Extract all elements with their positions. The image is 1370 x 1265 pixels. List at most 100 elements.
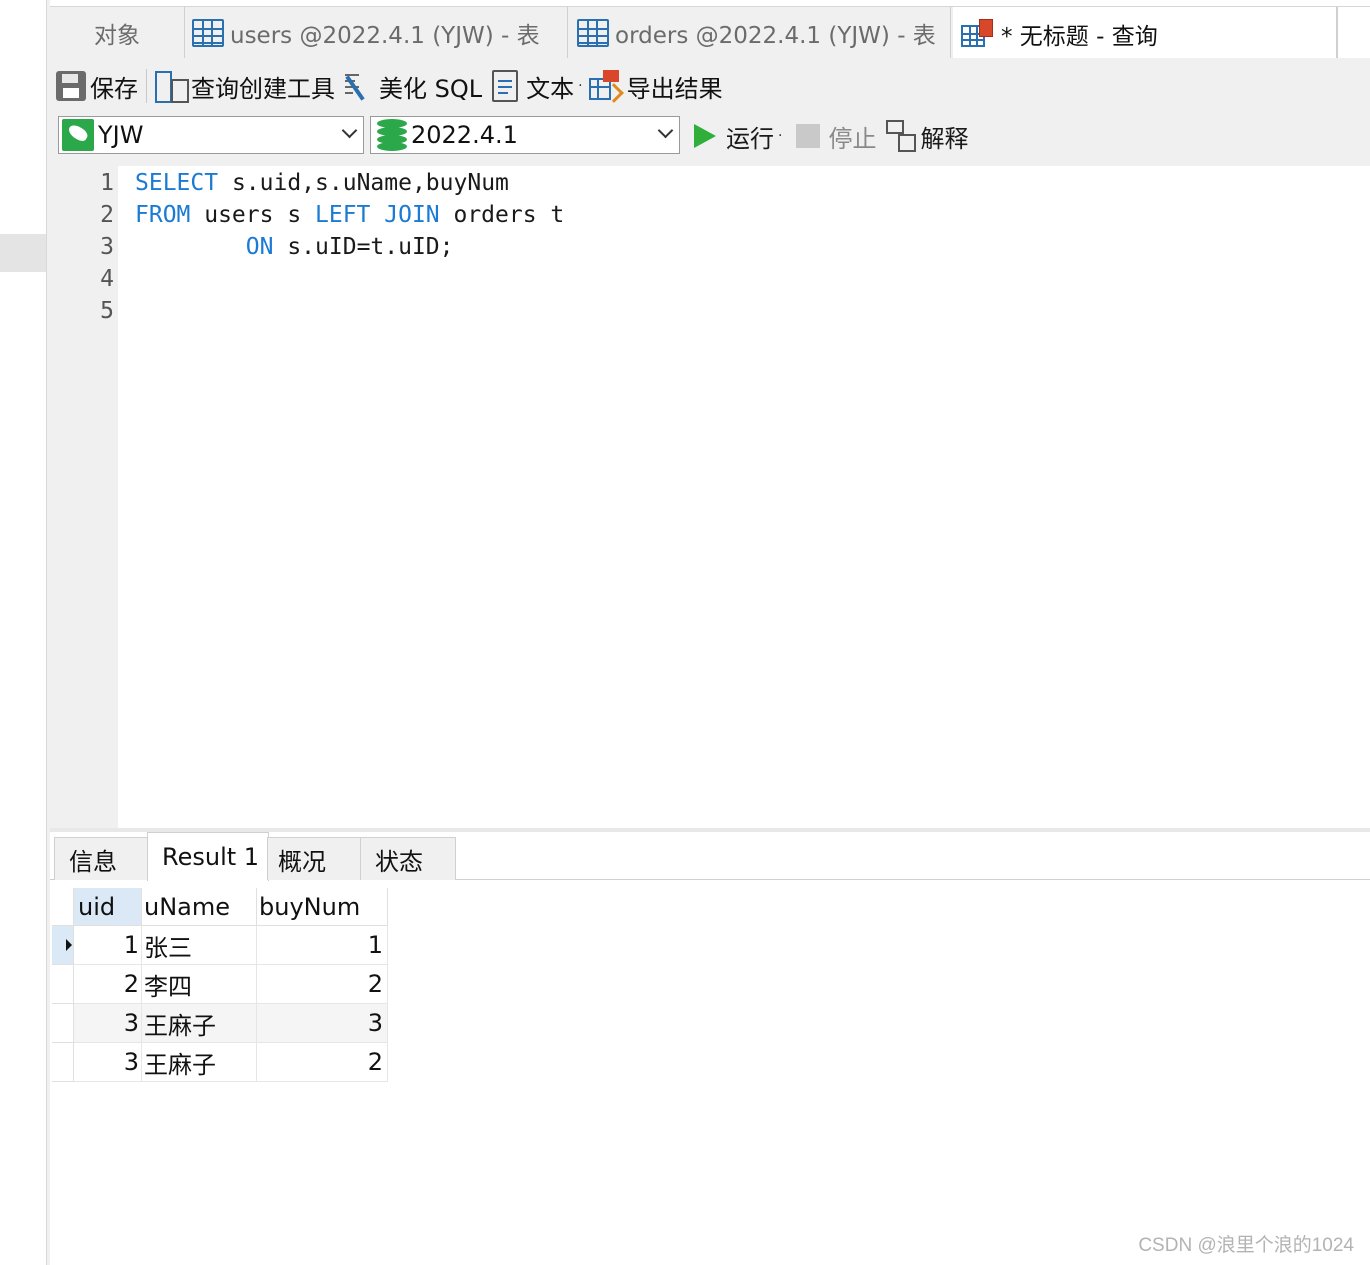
dropdown-dot-icon: · [578,78,583,94]
database-value: 2022.4.1 [411,121,518,149]
sql-keyword: SELECT [135,170,219,196]
query-builder-icon [155,71,189,103]
save-button[interactable]: 保存 [56,66,138,106]
code-line-2: FROM users s LEFT JOIN orders t [135,202,564,228]
left-panel-selection [0,234,46,272]
watermark: CSDN @浪里个浪的1024 [1138,1235,1354,1256]
connection-value: YJW [98,121,144,149]
toolbar-separator [146,69,147,103]
tab-orders-table[interactable]: orders @2022.4.1 (YJW) - 表 [569,7,951,59]
query-icon [961,18,995,49]
cell-uid[interactable]: 2 [74,965,142,1004]
save-icon [56,71,86,101]
cell-buynum[interactable]: 2 [257,965,388,1004]
cell-uid[interactable]: 3 [74,1004,142,1043]
column-header-label: uid [78,892,116,921]
save-label: 保存 [90,74,138,103]
cell-buynum[interactable]: 3 [257,1004,388,1043]
chevron-down-icon [657,122,674,139]
beautify-sql-button[interactable]: 美化 SQL [343,66,482,106]
database-select[interactable]: 2022.4.1 [370,116,680,154]
tab-untitled-query[interactable]: * 无标题 - 查询 [953,7,1337,60]
result-tabs: 信息 Result 1 概况 状态 [50,832,1370,881]
table-row[interactable]: 3 王麻子 2 [52,1043,388,1082]
explain-icon [886,120,917,152]
tab-label: 概况 [278,847,326,876]
stop-label: 停止 [828,124,877,153]
export-label: 导出结果 [626,74,723,103]
run-button[interactable]: 运行 · [690,119,782,154]
cell-uid[interactable]: 3 [74,1043,142,1082]
tab-overview[interactable]: 概况 [267,837,361,880]
row-header[interactable] [52,965,74,1004]
run-controls: 运行 · 停止 解释 [690,118,968,154]
export-results-button[interactable]: 导出结果 [588,66,723,106]
tab-users-table[interactable]: users @2022.4.1 (YJW) - 表 [186,7,568,59]
cell-uname[interactable]: 王麻子 [142,1004,257,1043]
tab-label: Result 1 [162,843,260,871]
tab-label: orders @2022.4.1 (YJW) - 表 [615,23,936,49]
query-builder-label: 查询创建工具 [191,74,335,103]
table-row[interactable]: 3 王麻子 3 [52,1004,388,1043]
tab-info[interactable]: 信息 [54,837,148,880]
cell-uname[interactable]: 张三 [142,926,257,965]
table-row[interactable]: 1 张三 1 [52,926,388,965]
mysql-connection-icon [62,119,94,151]
cell-uname[interactable]: 李四 [142,965,257,1004]
row-header[interactable] [52,1043,74,1082]
row-header[interactable] [52,1004,74,1043]
table-icon [192,19,224,47]
beautify-icon [343,70,375,102]
cell-buynum[interactable]: 1 [257,926,388,965]
run-label: 运行 [726,124,774,153]
tab-label: 状态 [375,847,423,876]
explain-label: 解释 [920,124,969,153]
sql-text: users s [190,202,316,228]
tab-label: 对象 [94,23,140,49]
tab-status[interactable]: 状态 [360,837,456,880]
column-header-label: buyNum [259,892,361,921]
stop-icon [796,124,821,148]
sql-editor[interactable]: 1 2 3 4 5 SELECT s.uid,s.uName,buyNum FR… [50,166,1370,828]
connection-toolbar: YJW 2022.4.1 运行 · 停止 解释 [50,114,1370,166]
code-line-3: ON s.uID=t.uID; [135,234,454,260]
line-number: 5 [100,298,114,324]
connection-select[interactable]: YJW [58,116,364,154]
sql-text: s.uID=t.uID; [273,234,454,260]
cell-buynum[interactable]: 2 [257,1043,388,1082]
beautify-label: 美化 SQL [379,74,483,103]
line-number: 1 [100,170,114,196]
column-header-buynum[interactable]: buyNum [257,888,388,926]
cell-uname[interactable]: 王麻子 [142,1043,257,1082]
row-header[interactable] [52,926,74,965]
column-header-uid[interactable]: uid [74,888,142,926]
tab-bar-filler [1337,7,1370,59]
play-icon [694,124,716,148]
column-header-uname[interactable]: uName [142,888,257,926]
text-label: 文本 [526,74,575,103]
cell-uid[interactable]: 1 [74,926,142,965]
sql-text: orders t [439,202,565,228]
line-number-gutter: 1 2 3 4 5 [50,166,118,828]
sql-keyword: FROM [135,202,191,228]
stop-button[interactable]: 停止 [782,119,876,154]
table-row[interactable]: 2 李四 2 [52,965,388,1004]
column-header-label: uName [144,892,231,921]
database-icon [377,119,407,151]
chevron-down-icon [341,122,358,139]
explain-button[interactable]: 解释 [876,119,968,154]
left-panel [0,0,46,1265]
line-number: 3 [100,234,114,260]
query-builder-button[interactable]: 查询创建工具 [155,66,335,106]
tab-label: users @2022.4.1 (YJW) - 表 [230,23,540,49]
query-toolbar: 保存 查询创建工具 美化 SQL 文本 · 导出结果 [50,58,1370,114]
tab-label: * 无标题 - 查询 [1001,23,1158,50]
export-icon [588,70,624,103]
sql-text: s.uid,s.uName,buyNum [218,170,509,196]
tab-objects[interactable]: 对象 [50,7,185,59]
tab-result-1[interactable]: Result 1 [147,832,269,881]
text-mode-button[interactable]: 文本 · [492,66,583,106]
line-number: 2 [100,202,114,228]
text-icon [492,70,519,102]
